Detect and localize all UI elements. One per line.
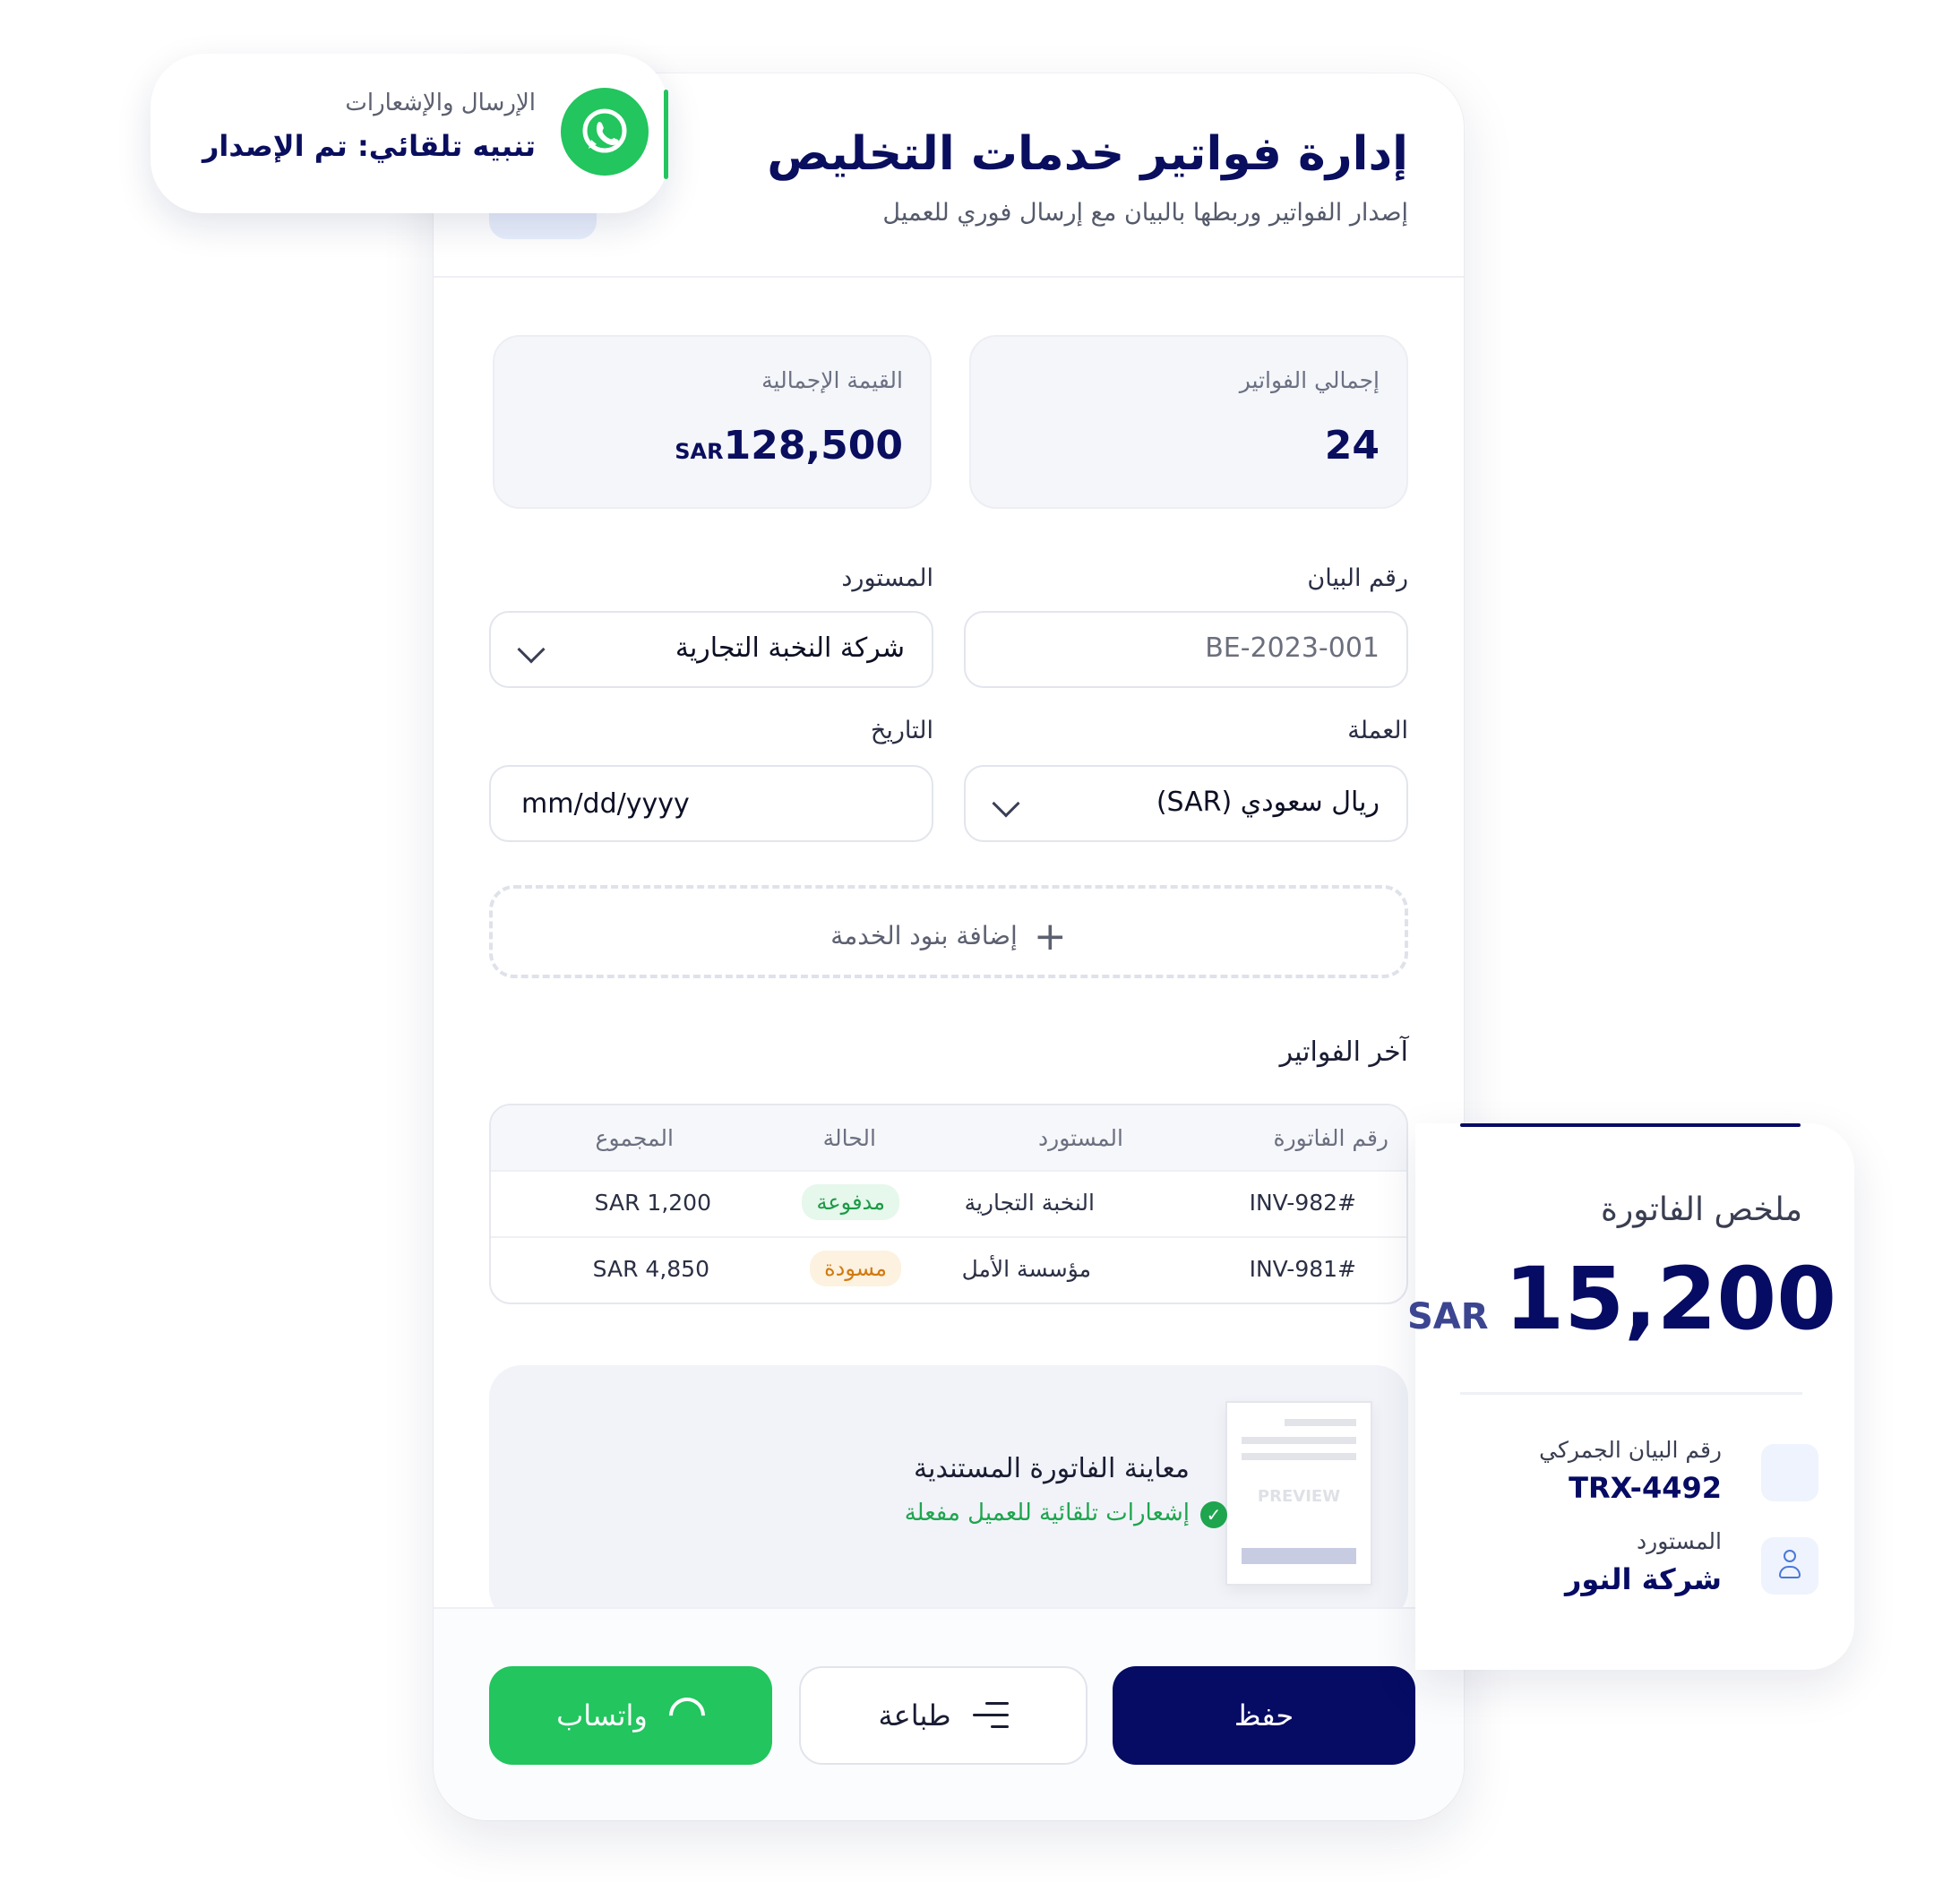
notification-label: الإرسال والإشعارات [345,90,536,116]
invoice-total: 4,850 SAR [592,1256,709,1282]
importer-select[interactable]: شركة النخبة التجارية [489,611,933,688]
column-header: المجموع [595,1125,674,1151]
customs-value: TRX-4492 [1569,1471,1722,1505]
invoice-app-card: إدارة فواتير خدمات التخليص إصدار الفواتي… [434,73,1464,1820]
doc-line [1285,1419,1356,1426]
summary-importer-label: المستورد [1637,1528,1722,1554]
preview-watermark: PREVIEW [1257,1487,1341,1506]
notification-toast[interactable]: الإرسال والإشعارات تنبيه تلقائي: تم الإص… [150,54,668,213]
importer-label: المستورد [841,564,933,592]
recent-invoices-table: رقم الفاتورة المستورد الحالة المجموع #IN… [489,1104,1408,1304]
print-label: طباعة [878,1698,951,1733]
table-row[interactable]: #INV-981 مؤسسة الأمل مسودة 4,850 SAR [491,1236,1406,1303]
column-header: الحالة [822,1125,876,1151]
summary-divider [1460,1392,1802,1395]
chevron-down-icon [992,789,1020,818]
declaration-label: رقم البيان [1307,564,1408,592]
preview-title: معاينة الفاتورة المستندية [914,1453,1190,1484]
date-label: التاريخ [870,717,933,744]
currency-value: ريال سعودي (SAR) [1156,787,1380,818]
chevron-down-icon [517,635,546,664]
header-divider [434,276,1464,278]
stat-value: SAR128,500 [675,423,903,469]
plus-icon: + [1033,914,1067,959]
whatsapp-icon [661,1690,713,1741]
declaration-placeholder: BE-2023-001 [1205,632,1380,664]
add-service-items-button[interactable]: + إضافة بنود الخدمة [489,885,1408,978]
stat-label: إجمالي الفواتير [1239,367,1380,393]
header-decoration [489,212,597,239]
user-icon [1761,1537,1818,1595]
summary-currency: SAR [1406,1296,1489,1337]
date-value: mm/dd/yyyy [521,788,690,820]
preview-note: إشعارات تلقائية للعميل مفعلة [904,1500,1190,1526]
summary-accent-line [1460,1123,1801,1127]
column-header: رقم الفاتورة [1273,1125,1388,1151]
stat-unit: SAR [675,439,724,464]
status-badge: مسودة [810,1251,901,1286]
summary-importer-value: شركة النور [1564,1562,1722,1596]
table-row[interactable]: #INV-982 النخبة التجارية مدفوعة 1,200 SA… [491,1170,1406,1236]
page-title: إدارة فواتير خدمات التخليص [767,127,1408,181]
add-items-label: إضافة بنود الخدمة [830,921,1018,950]
summary-title: ملخص الفاتورة [1601,1191,1802,1228]
invoice-total: 1,200 SAR [594,1190,711,1216]
check-icon: ✓ [1200,1501,1227,1528]
print-icon [972,1700,1009,1731]
stat-total-invoices: إجمالي الفواتير 24 [969,335,1408,509]
document-thumbnail[interactable]: PREVIEW [1225,1401,1372,1586]
currency-select[interactable]: ريال سعودي (SAR) [964,765,1408,842]
invoice-preview-panel: PREVIEW معاينة الفاتورة المستندية ✓ إشعا… [489,1365,1408,1621]
print-button[interactable]: طباعة [799,1666,1087,1765]
doc-line [1242,1453,1356,1460]
notification-accent-bar [664,90,668,179]
status-badge: مدفوعة [802,1184,899,1220]
doc-line [1242,1437,1356,1444]
table-header: رقم الفاتورة المستورد الحالة المجموع [491,1105,1406,1170]
recent-invoices-title: آخر الفواتير [1279,1036,1408,1068]
summary-amount: SAR 15,200 [1407,1249,1836,1349]
page-subtitle: إصدار الفواتير وربطها بالبيان مع إرسال ف… [882,199,1408,227]
date-input[interactable]: mm/dd/yyyy [489,765,933,842]
doc-bar [1242,1548,1356,1564]
whatsapp-icon [561,88,649,176]
notification-title: تنبيه تلقائي: تم الإصدار [202,129,536,163]
document-icon [1761,1444,1818,1501]
stat-value: 24 [1324,423,1380,469]
stat-label: القيمة الإجمالية [761,367,903,393]
stat-amount: 128,500 [723,423,903,469]
invoice-summary-card: ملخص الفاتورة SAR 15,200 رقم البيان الجمر… [1407,1123,1854,1670]
importer-value: شركة النخبة التجارية [675,632,905,664]
invoice-importer: النخبة التجارية [964,1190,1095,1216]
stat-total-value: القيمة الإجمالية SAR128,500 [493,335,932,509]
column-header: المستورد [1038,1125,1123,1151]
declaration-number-field[interactable]: BE-2023-001 [964,611,1408,688]
customs-label: رقم البيان الجمركي [1539,1437,1722,1463]
whatsapp-button[interactable]: واتساب [489,1666,772,1765]
invoice-id: #INV-981 [1249,1256,1356,1282]
action-footer: حفظ طباعة واتساب [434,1607,1464,1820]
invoice-id: #INV-982 [1249,1190,1356,1216]
summary-amount-value: 15,200 [1504,1249,1836,1349]
save-button[interactable]: حفظ [1113,1666,1415,1765]
currency-label: العملة [1347,717,1408,744]
add-items-row: + إضافة بنود الخدمة [493,917,1405,957]
invoice-importer: مؤسسة الأمل [961,1256,1091,1282]
whatsapp-label: واتساب [556,1698,648,1733]
